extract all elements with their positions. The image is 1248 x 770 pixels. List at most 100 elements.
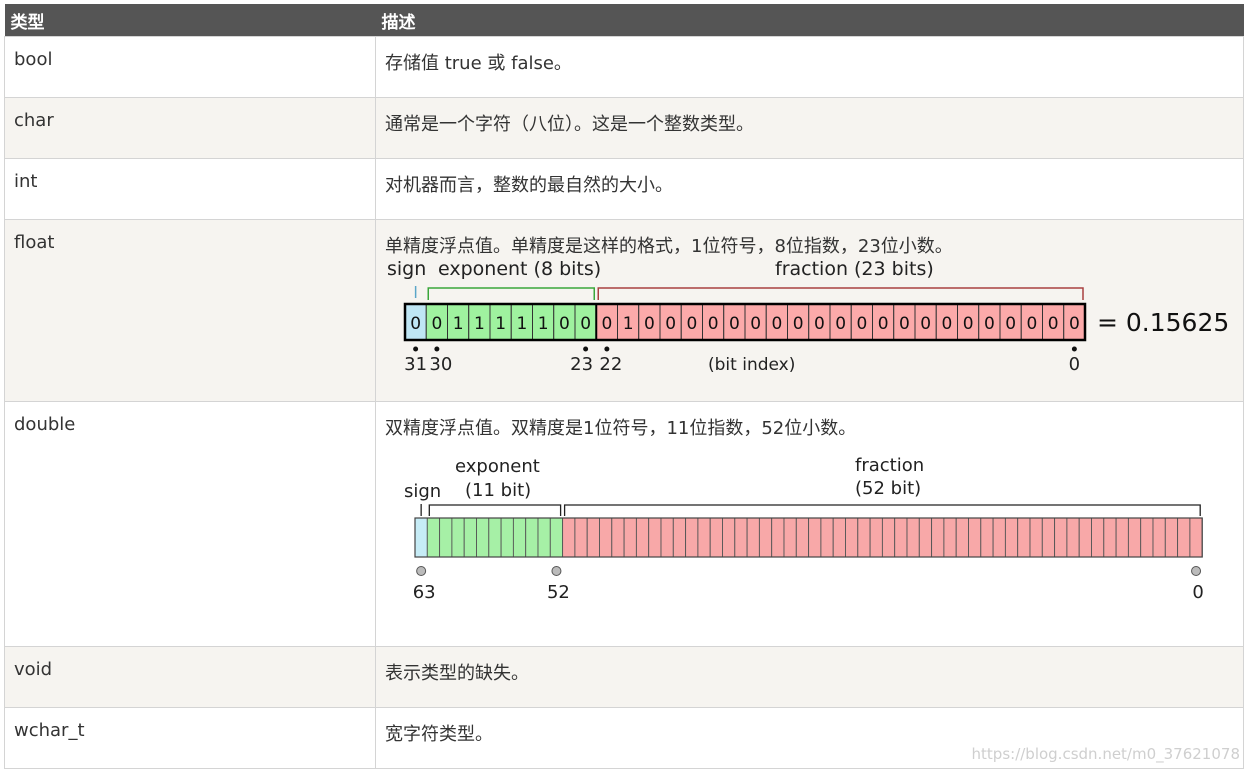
bit-cell [623,517,637,558]
type-cell: void [4,646,376,708]
bit-value: 0 [856,314,867,334]
description-text: 单精度浮点值。单精度是这样的格式，1位符号，8位指数，23位小数。 [385,236,953,257]
bit-index-caption: (bit index) [708,355,795,373]
bit-cell [1066,517,1080,558]
bit-cell [451,517,465,558]
bit-cell [955,517,969,558]
bit-cell [611,517,625,558]
fraction-label: fraction [855,455,924,476]
index-dot [416,566,427,576]
bit-cell [648,517,662,558]
bit-cell [562,517,576,558]
bit-value: 0 [1048,314,1059,334]
description-cell: 对机器而言，整数的最自然的大小。 [375,158,1244,220]
bit-value: 0 [1026,314,1037,334]
bit-value: 1 [453,314,464,334]
bit-index-22: 22 [599,354,622,373]
bit-cell [463,517,477,558]
bit-value: 0 [410,314,421,334]
bit-cell [685,517,699,558]
bit-index-23: 23 [570,354,593,373]
bit-value: 1 [495,314,506,334]
data-types-table: 类型 描述 bool 存储值 true 或 false。 char 通常是一个字… [4,4,1244,769]
bit-cell [795,517,810,558]
bit-cell [771,517,785,558]
bit-value: 0 [963,314,974,334]
bit-cell [660,517,674,558]
result-value: = 0.15625 [1097,308,1229,337]
bit-cell [709,517,723,558]
bit-value: 0 [686,314,697,334]
bit-cell [574,517,588,558]
table-row: bool 存储值 true 或 false。 [4,36,1244,98]
bit-cell [857,517,871,558]
bit-cell [968,517,982,558]
bit-cell [1152,517,1166,558]
bit-cell [734,517,748,558]
bit-value: 1 [474,314,485,334]
bit-cell [525,517,539,558]
index-dot [583,346,589,352]
header-description: 描述 [375,4,1244,37]
exponent-bracket [427,287,595,300]
bit-cell [1004,517,1019,558]
bit-cell [599,517,613,558]
bit-value: 0 [835,314,846,334]
description-cell: 通常是一个字符（八位）。这是一个整数类型。 [375,97,1244,159]
bit-cell [906,517,920,558]
bit-value: 0 [1069,314,1080,334]
index-dot [604,346,610,352]
bit-cell [1103,517,1117,558]
description-cell: 单精度浮点值。单精度是这样的格式，1位符号，8位指数，23位小数。 sign ex… [375,219,1244,402]
bit-cell [1091,517,1105,558]
index-dot [434,346,440,352]
description-cell: 存储值 true 或 false。 [375,36,1244,98]
sign-label: sign [387,258,426,280]
type-cell: float [4,219,376,402]
type-cell: bool [4,36,376,98]
bit-value: 0 [665,314,676,334]
description-cell: 双精度浮点值。双精度是1位符号，11位指数，52位小数。 exponent (11… [375,401,1244,647]
type-cell: wchar_t [4,707,376,769]
bit-value: 0 [984,314,995,334]
bit-index-label: 63 [413,582,436,600]
bit-cell [881,517,896,558]
bit-cell [537,517,551,558]
bit-value: 0 [899,314,910,334]
bit-cell [1078,517,1092,558]
bit-cell [1127,517,1142,558]
bit-value: 1 [623,314,634,334]
bit-value: 0 [878,314,889,334]
bit-cell [722,517,736,558]
bit-value: 0 [1005,314,1016,334]
bit-index-31: 31 [404,354,427,373]
bit-cell [439,517,453,558]
bit-value: 0 [431,314,442,334]
table-row: char 通常是一个字符（八位）。这是一个整数类型。 [4,97,1244,159]
bit-index-label: 52 [547,582,570,600]
bit-index-30: 30 [429,354,452,373]
bit-cell [931,517,945,558]
description-text: 双精度浮点值。双精度是1位符号，11位指数，52位小数。 [385,418,857,439]
bit-cell [512,517,527,558]
bit-cell [783,517,797,558]
index-dot [413,346,419,352]
table-row: float 单精度浮点值。单精度是这样的格式，1位符号，8位指数，23位小数。 … [4,219,1244,402]
bit-value: 0 [920,314,931,334]
exponent-sub-label: (11 bit) [465,480,531,501]
bit-cell [488,517,502,558]
bit-value: 0 [793,314,804,334]
exponent-bracket [428,504,562,516]
bit-cell [808,517,822,558]
bit-cell [586,517,600,558]
bit-cell [1140,517,1154,558]
bit-cell [845,517,859,558]
index-dot [551,566,562,576]
bit-value: 1 [516,314,527,334]
bit-cell [1115,517,1129,558]
description-cell: 表示类型的缺失。 [375,646,1244,708]
bit-cell [980,517,994,558]
table-row: double 双精度浮点值。双精度是1位符号，11位指数，52位小数。 expo… [4,401,1244,647]
bit-index-label: 0 [1192,582,1203,600]
type-cell: double [4,401,376,647]
